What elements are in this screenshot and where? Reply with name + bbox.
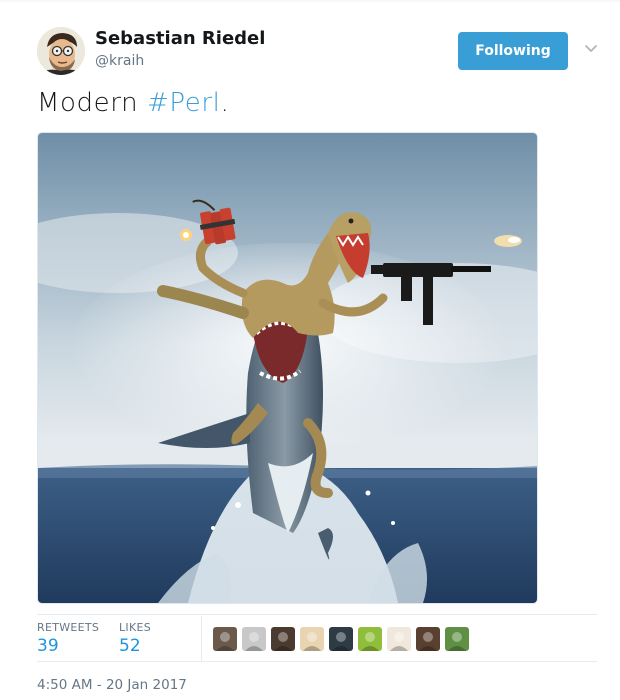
author-name[interactable]: Sebastian Riedel [95,28,265,49]
retweets-count[interactable]: 39 [37,636,59,656]
likes-label: LIKES [119,621,152,634]
top-border [0,0,620,2]
liker-avatar[interactable] [300,627,324,651]
liker-avatar[interactable] [213,627,237,651]
tweet-timestamp[interactable]: 4:50 AM - 20 Jan 2017 [37,677,187,693]
shark-dinosaur-illustration [38,133,537,603]
stats-separator [201,616,202,662]
stats-top-divider [37,614,597,615]
retweets-label: RETWEETS [37,621,100,634]
liker-avatar[interactable] [242,627,266,651]
tweet-text: Modern #Perl. [37,88,229,118]
stats-bottom-divider [37,661,597,662]
liker-avatar[interactable] [387,627,411,651]
liker-avatar[interactable] [358,627,382,651]
liker-avatar[interactable] [416,627,440,651]
tweet-text-prefix: Modern [37,88,148,118]
author-handle[interactable]: @kraih [95,53,144,69]
liker-avatar[interactable] [329,627,353,651]
hashtag-link[interactable]: #Perl [147,88,220,118]
tweet-media-image[interactable] [37,132,538,604]
author-avatar[interactable] [37,27,85,75]
chevron-down-icon[interactable] [582,40,600,58]
liker-avatar[interactable] [271,627,295,651]
liker-avatar[interactable] [445,627,469,651]
following-button[interactable]: Following [458,32,568,70]
tweet-text-suffix: . [220,88,230,118]
likes-count[interactable]: 52 [119,636,141,656]
avatar-caricature-image [37,27,85,75]
